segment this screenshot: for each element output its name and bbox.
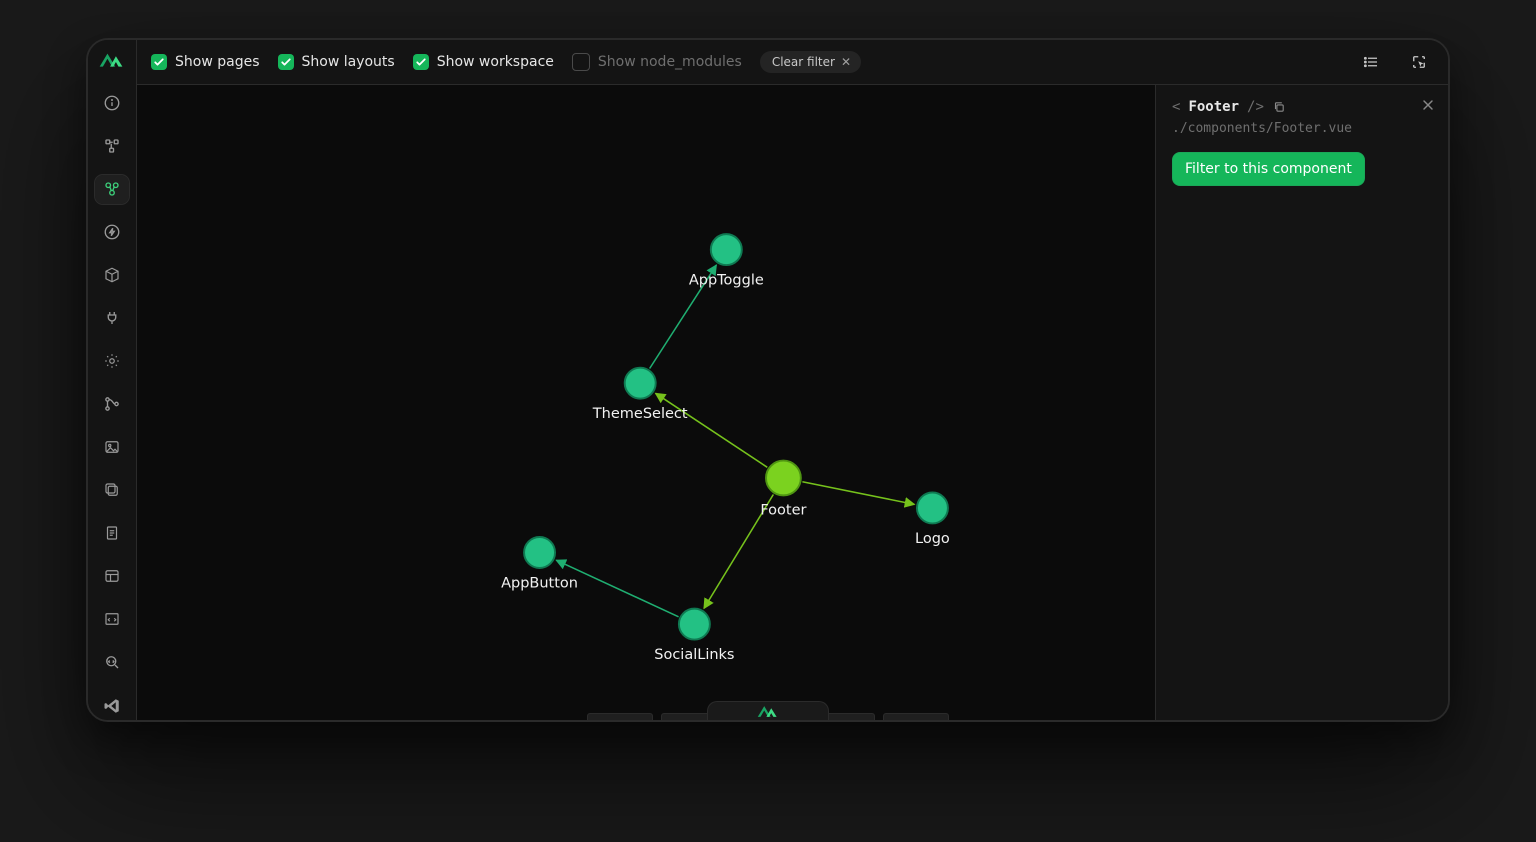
clear-filter-label: Clear filter (772, 55, 835, 69)
checkbox-label: Show pages (175, 54, 260, 70)
graph-node-themeselect[interactable]: ThemeSelect (592, 368, 688, 422)
list-view-icon[interactable] (1356, 47, 1386, 77)
close-panel-button[interactable] (1420, 97, 1436, 117)
cube-icon[interactable] (95, 261, 129, 290)
checkbox-label: Show workspace (437, 54, 554, 70)
angle-bracket-open: < (1172, 99, 1180, 115)
checkbox-show-layouts[interactable]: Show layouts (278, 54, 395, 70)
clear-filter-button[interactable]: Clear filter ✕ (760, 51, 861, 73)
bottom-drawer-handle[interactable] (707, 701, 829, 720)
content-row: Footer ThemeSelect AppToggle Logo SocialLink… (137, 85, 1448, 720)
nuxt-logo-icon (757, 704, 779, 718)
checkbox-label: Show node_modules (598, 54, 742, 70)
check-icon (413, 54, 429, 70)
filter-button-label: Filter to this component (1185, 161, 1352, 177)
graph-node-apptoggle[interactable]: AppToggle (689, 234, 764, 288)
checkbox-show-workspace[interactable]: Show workspace (413, 54, 554, 70)
graph-edge (656, 393, 768, 467)
check-icon (278, 54, 294, 70)
component-file-path: ./components/Footer.vue (1172, 121, 1432, 136)
check-icon (151, 54, 167, 70)
close-icon: ✕ (841, 55, 851, 69)
checkbox-show-node-modules[interactable]: Show node_modules (572, 53, 742, 71)
inspect-element-icon[interactable] (1404, 47, 1434, 77)
checkbox-empty-icon (572, 53, 590, 71)
graph-node-label: Footer (760, 503, 806, 519)
graph-node-footer[interactable]: Footer (760, 461, 806, 519)
graph-node-label: Logo (915, 531, 950, 547)
copy-icon[interactable] (1272, 100, 1286, 114)
tree-icon[interactable] (95, 132, 129, 161)
graph-node-sociallinks[interactable]: SocialLinks (654, 609, 734, 663)
info-icon[interactable] (95, 89, 129, 118)
code-icon[interactable] (95, 605, 129, 634)
branch-icon[interactable] (95, 390, 129, 419)
image-icon[interactable] (95, 433, 129, 462)
self-close-slash: /> (1247, 99, 1264, 115)
document-icon[interactable] (95, 519, 129, 548)
drawer-segment (883, 713, 949, 720)
search-code-icon[interactable] (95, 648, 129, 677)
graph-node-label: AppToggle (689, 272, 764, 288)
graph-node-label: AppButton (501, 575, 578, 591)
layout-icon[interactable] (95, 562, 129, 591)
inspector-panel: < Footer /> ./components/Footer.vue Filt… (1155, 85, 1448, 720)
component-tag: < Footer /> (1172, 99, 1432, 115)
component-name: Footer (1188, 99, 1239, 115)
checkbox-label: Show layouts (302, 54, 395, 70)
graph-svg: Footer ThemeSelect AppToggle Logo SocialLink… (137, 85, 1155, 720)
main-area: Show pages Show layouts Show workspace S… (137, 40, 1448, 720)
plug-icon[interactable] (95, 304, 129, 333)
stack-icon[interactable] (95, 476, 129, 505)
nuxt-logo (99, 50, 125, 69)
sidebar (88, 40, 137, 720)
graph-node-label: ThemeSelect (592, 406, 688, 422)
component-graph[interactable]: Footer ThemeSelect AppToggle Logo SocialLink… (137, 85, 1155, 720)
checkbox-show-pages[interactable]: Show pages (151, 54, 260, 70)
bolt-icon[interactable] (95, 218, 129, 247)
toolbar: Show pages Show layouts Show workspace S… (137, 40, 1448, 85)
graph-edge (802, 482, 914, 505)
graph-icon[interactable] (95, 175, 129, 204)
graph-node-label: SocialLinks (654, 647, 734, 663)
drawer-segment (587, 713, 653, 720)
gear-icon[interactable] (95, 347, 129, 376)
devtools-window: Show pages Show layouts Show workspace S… (86, 38, 1450, 722)
filter-to-component-button[interactable]: Filter to this component (1172, 152, 1365, 186)
vscode-icon[interactable] (95, 691, 129, 720)
graph-node-logo[interactable]: Logo (915, 492, 950, 546)
